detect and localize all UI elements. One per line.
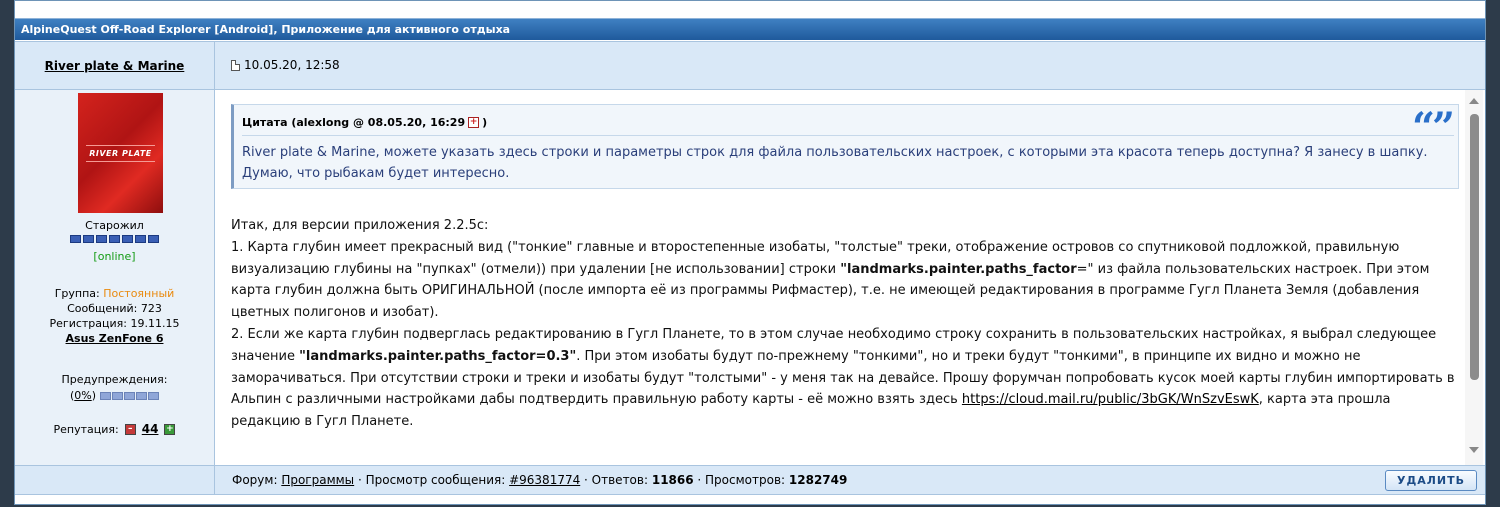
- warnings-row: (0%): [15, 388, 214, 404]
- reputation-value-link[interactable]: 44: [142, 422, 159, 436]
- forum-label: Форум:: [232, 473, 282, 487]
- reputation-label: Репутация:: [53, 422, 119, 436]
- cloud-link[interactable]: https://cloud.mail.ru/public/3bGK/WnSzvE…: [962, 392, 1259, 407]
- warnings-value-link[interactable]: 0%: [74, 389, 91, 402]
- author-info: Группа: Постоянный Сообщений: 723 Регист…: [15, 286, 214, 346]
- post-intro: Итак, для версии приложения 2.2.5с:: [231, 218, 489, 233]
- forum-link[interactable]: Программы: [281, 473, 354, 487]
- answers-count: 11866: [651, 473, 694, 487]
- post-date: 10.05.20, 12:58: [231, 42, 340, 89]
- post-content: Цитата (alexlong @ 08.05.20, 16:29 + ) “…: [215, 90, 1465, 465]
- quote-divider: [242, 135, 1454, 136]
- rank-pip: [109, 235, 120, 243]
- avatar[interactable]: RIVER PLATE: [78, 93, 163, 213]
- quote-text: River plate & Marine, можете указать зде…: [242, 145, 1428, 181]
- footer-stats: Форум: Программы · Просмотр сообщения: #…: [232, 466, 847, 494]
- views-label: · Просмотров:: [693, 473, 789, 487]
- rank-pip: [122, 235, 133, 243]
- p1-code: "landmarks.painter.paths_factor: [840, 261, 1077, 277]
- quote-block: Цитата (alexlong @ 08.05.20, 16:29 + ) “…: [231, 104, 1459, 189]
- author-group: Группа: Постоянный: [15, 286, 214, 301]
- view-label: · Просмотр сообщения:: [354, 473, 510, 487]
- warning-pips: [100, 392, 160, 400]
- delete-button[interactable]: УДАЛИТЬ: [1385, 470, 1477, 491]
- thread-title: AlpineQuest Off-Road Explorer [Android],…: [21, 23, 511, 36]
- views-count: 1282749: [788, 473, 848, 487]
- rank-pip: [148, 235, 159, 243]
- rank-pip: [70, 235, 81, 243]
- author-messages: Сообщений: 723: [67, 302, 162, 315]
- rank-pip: [96, 235, 107, 243]
- reputation-plus-button[interactable]: +: [164, 423, 176, 435]
- rank-pip: [135, 235, 146, 243]
- reputation-minus-button[interactable]: –: [124, 423, 136, 435]
- post-date-text: 10.05.20, 12:58: [244, 58, 340, 72]
- thread-title-bar: AlpineQuest Off-Road Explorer [Android],…: [15, 18, 1485, 40]
- warning-pip: [100, 392, 112, 400]
- post-footer: Форум: Программы · Просмотр сообщения: #…: [15, 465, 1485, 495]
- quote-jump-icon[interactable]: +: [468, 117, 480, 128]
- author-device-link[interactable]: Asus ZenFone 6: [15, 331, 214, 346]
- document-icon: [231, 60, 240, 71]
- author-reputation: Репутация: – 44 +: [15, 422, 214, 436]
- warning-pip: [148, 392, 160, 400]
- group-label: Группа:: [54, 287, 104, 300]
- avatar-line-bottom: [86, 161, 155, 162]
- warning-pip: [124, 392, 136, 400]
- quote-header-text: Цитата (alexlong @ 08.05.20, 16:29: [242, 116, 466, 129]
- rank-pips: [15, 235, 214, 243]
- quote-header: Цитата (alexlong @ 08.05.20, 16:29 + ): [242, 116, 487, 129]
- scroll-up-arrow-icon[interactable]: [1469, 98, 1479, 104]
- post-scrollbar[interactable]: [1465, 90, 1483, 465]
- author-warnings: Предупреждения: (0%): [15, 372, 214, 404]
- avatar-text: RIVER PLATE: [89, 149, 152, 158]
- online-status: [online]: [93, 250, 136, 263]
- rank-pip: [83, 235, 94, 243]
- post-frame: AlpineQuest Off-Road Explorer [Android],…: [14, 0, 1486, 505]
- warning-pip: [136, 392, 148, 400]
- post-body: Итак, для версии приложения 2.2.5с: 1. К…: [231, 215, 1461, 433]
- warning-pip: [112, 392, 124, 400]
- group-value: Постоянный: [103, 287, 175, 300]
- p2-code: "landmarks.painter.paths_factor=0.3": [299, 348, 577, 364]
- post-paragraph-1: 1. Карта глубин имеет прекрасный вид ("т…: [231, 237, 1461, 324]
- post-paragraph-2: 2. Если же карта глубин подверглась реда…: [231, 324, 1461, 433]
- author-registration: Регистрация: 19.11.15: [49, 317, 180, 330]
- warnings-label: Предупреждения:: [61, 373, 168, 386]
- avatar-line-top: [86, 145, 155, 146]
- post-id-link[interactable]: #96381774: [509, 473, 580, 487]
- footer-left-cell: [15, 466, 215, 494]
- quote-header-close: ): [482, 116, 488, 129]
- author-rank: Старожил: [85, 219, 144, 232]
- warnings-close: ): [91, 389, 97, 402]
- scroll-thumb[interactable]: [1470, 114, 1479, 380]
- author-panel: RIVER PLATE Старожил [online] Группа: По…: [15, 90, 215, 465]
- author-name-link[interactable]: River plate & Marine: [15, 42, 215, 89]
- answers-label: · Ответов:: [580, 473, 652, 487]
- post-header-row: River plate & Marine 10.05.20, 12:58: [15, 41, 1485, 90]
- scroll-down-arrow-icon[interactable]: [1469, 447, 1479, 453]
